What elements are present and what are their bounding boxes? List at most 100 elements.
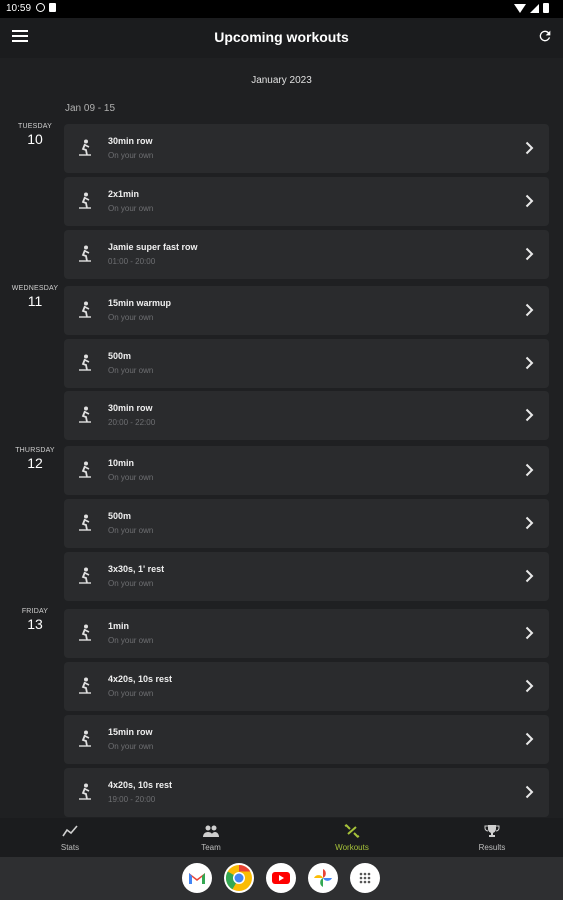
- workout-subtitle: On your own: [108, 526, 154, 535]
- day-header: THURSDAY 12: [8, 447, 62, 471]
- app-drawer-icon[interactable]: [350, 863, 380, 893]
- rower-icon: [78, 301, 92, 318]
- workout-name: 1min: [108, 621, 130, 631]
- workout-card[interactable]: 30min row 20:00 - 22:00: [64, 391, 549, 440]
- workout-card[interactable]: 3x30s, 1' rest On your own: [64, 552, 549, 601]
- sd-card-icon: [49, 3, 56, 12]
- status-time: 10:59: [6, 3, 32, 14]
- nav-team[interactable]: Team: [141, 818, 281, 857]
- rower-icon: [78, 730, 92, 747]
- workout-card[interactable]: 10min On your own: [64, 446, 549, 495]
- workout-subtitle: On your own: [108, 151, 154, 160]
- rower-icon: [78, 567, 92, 584]
- week-range: Jan 09 - 15: [65, 103, 116, 114]
- chevron-right-icon: [525, 785, 534, 799]
- workout-name: 3x30s, 1' rest: [108, 564, 165, 574]
- chevron-right-icon: [525, 247, 534, 261]
- app-bar: Upcoming workouts: [0, 18, 563, 58]
- workout-name: 2x1min: [108, 189, 140, 199]
- workout-card[interactable]: 15min warmup On your own: [64, 286, 549, 335]
- rower-icon: [78, 192, 92, 209]
- nav-results[interactable]: Results: [422, 818, 562, 857]
- workout-card[interactable]: 1min On your own: [64, 609, 549, 658]
- notification-icon: [36, 3, 45, 12]
- chevron-right-icon: [525, 516, 534, 530]
- day-name: WEDNESDAY: [11, 285, 59, 292]
- stats-icon: [62, 825, 78, 837]
- status-bar: 10:59: [0, 0, 563, 18]
- day-header: TUESDAY 10: [8, 123, 62, 147]
- workout-card[interactable]: 2x1min On your own: [64, 177, 549, 226]
- day-name: THURSDAY: [15, 447, 55, 454]
- youtube-icon[interactable]: [266, 863, 296, 893]
- rower-icon: [78, 461, 92, 478]
- rower-icon: [78, 677, 92, 694]
- team-icon: [203, 825, 219, 837]
- app-dock: [0, 857, 563, 900]
- day-name: TUESDAY: [18, 123, 52, 130]
- day-number: 13: [27, 616, 43, 632]
- signal-icon: [530, 3, 539, 13]
- day-number: 12: [27, 455, 43, 471]
- day-header: FRIDAY 13: [8, 608, 62, 632]
- workout-name: 30min row: [108, 136, 153, 146]
- photos-icon[interactable]: [308, 863, 338, 893]
- workout-name: 15min row: [108, 727, 153, 737]
- rower-icon: [78, 624, 92, 641]
- rower-icon: [78, 354, 92, 371]
- workout-subtitle: 19:00 - 20:00: [108, 795, 156, 804]
- workout-subtitle: On your own: [108, 579, 154, 588]
- gmail-icon[interactable]: [182, 863, 212, 893]
- rower-icon: [78, 245, 92, 262]
- chevron-right-icon: [525, 356, 534, 370]
- workout-name: 15min warmup: [108, 298, 172, 308]
- workout-card[interactable]: 500m On your own: [64, 339, 549, 388]
- workout-name: 500m: [108, 351, 132, 361]
- workout-card[interactable]: 30min row On your own: [64, 124, 549, 173]
- workout-subtitle: 01:00 - 20:00: [108, 257, 156, 266]
- workout-name: 4x20s, 10s rest: [108, 780, 173, 790]
- workout-card[interactable]: 4x20s, 10s rest 19:00 - 20:00: [64, 768, 549, 817]
- chevron-right-icon: [525, 569, 534, 583]
- nav-label: Workouts: [335, 843, 369, 852]
- workout-subtitle: On your own: [108, 742, 154, 751]
- chevron-right-icon: [525, 303, 534, 317]
- rower-icon: [78, 783, 92, 800]
- workouts-icon: [344, 824, 360, 838]
- nav-label: Results: [478, 843, 506, 852]
- workout-subtitle: On your own: [108, 636, 154, 645]
- chrome-icon[interactable]: [224, 863, 254, 893]
- refresh-icon[interactable]: [537, 28, 553, 44]
- workout-name: 30min row: [108, 403, 153, 413]
- workout-card[interactable]: 15min row On your own: [64, 715, 549, 764]
- workout-name: 10min: [108, 458, 135, 468]
- workout-name: Jamie super fast row: [108, 242, 198, 252]
- wifi-icon: [514, 3, 526, 13]
- nav-label: Team: [201, 843, 221, 852]
- chevron-right-icon: [525, 463, 534, 477]
- rower-icon: [78, 514, 92, 531]
- month-heading: January 2023: [251, 75, 312, 86]
- workout-subtitle: On your own: [108, 473, 154, 482]
- workout-subtitle: On your own: [108, 313, 154, 322]
- workout-card[interactable]: 500m On your own: [64, 499, 549, 548]
- rower-icon: [78, 139, 92, 156]
- chevron-right-icon: [525, 408, 534, 422]
- chevron-right-icon: [525, 194, 534, 208]
- chevron-right-icon: [525, 732, 534, 746]
- workout-name: 4x20s, 10s rest: [108, 674, 173, 684]
- chevron-right-icon: [525, 141, 534, 155]
- workout-name: 500m: [108, 511, 132, 521]
- workout-subtitle: On your own: [108, 204, 154, 213]
- rower-icon: [78, 406, 92, 423]
- bottom-nav: Stats Team Workouts Results: [0, 818, 563, 857]
- day-name: FRIDAY: [21, 608, 49, 615]
- workout-subtitle: On your own: [108, 689, 154, 698]
- workout-subtitle: 20:00 - 22:00: [108, 418, 156, 427]
- trophy-icon: [484, 825, 500, 837]
- nav-workouts[interactable]: Workouts: [282, 818, 422, 857]
- nav-stats[interactable]: Stats: [0, 818, 140, 857]
- workout-card[interactable]: Jamie super fast row 01:00 - 20:00: [64, 230, 549, 279]
- workout-card[interactable]: 4x20s, 10s rest On your own: [64, 662, 549, 711]
- day-number: 11: [27, 293, 43, 309]
